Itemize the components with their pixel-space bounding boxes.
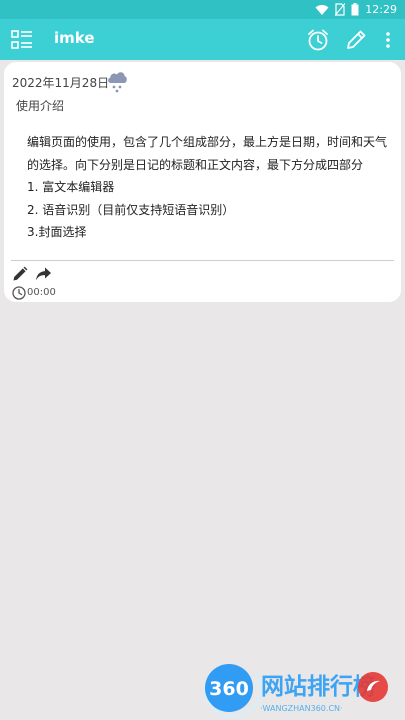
- watermark-logo: [358, 672, 388, 702]
- divider: [11, 260, 394, 261]
- app-bar: imke: [0, 19, 405, 60]
- no-sim-icon: [335, 3, 346, 16]
- watermark-badge-text: 360: [209, 678, 249, 700]
- entry-time: 00:00: [27, 287, 56, 298]
- alarm-clock-icon[interactable]: [305, 27, 331, 53]
- status-time: 12:29: [365, 3, 397, 16]
- entry-title: 使用介绍: [16, 99, 65, 113]
- entry-body-line: 2. 语音识别（目前仅支持短语音识别）: [27, 202, 235, 217]
- entry-date: 2022年11月28日: [12, 76, 110, 90]
- battery-icon: [351, 3, 359, 16]
- clock-icon: [12, 286, 26, 300]
- status-bar: 12:29: [0, 0, 405, 19]
- diary-entry-card[interactable]: 2022年11月28日 使用介绍 编辑页面的使用，包含了几个组成部分，最上方是日…: [4, 62, 401, 302]
- wifi-icon: [315, 4, 329, 15]
- share-icon[interactable]: [35, 266, 52, 282]
- list-menu-icon[interactable]: [10, 28, 34, 52]
- entry-body: 编辑页面的使用，包含了几个组成部分，最上方是日期，时间和天气的选择。向下分别是日…: [27, 131, 387, 244]
- entry-body-line: 3.封面选择: [27, 225, 87, 239]
- site-watermark: 360 网站排行榜 ·WANGZHAN360.CN·: [203, 664, 388, 718]
- status-icons: 12:29: [315, 2, 397, 17]
- watermark-subtext: ·WANGZHAN360.CN·: [260, 704, 343, 713]
- snow-cloud-icon: [108, 72, 127, 93]
- entry-body-line: 1. 富文本编辑器: [27, 180, 115, 194]
- more-vert-icon[interactable]: [376, 27, 400, 53]
- entry-body-paragraph: 编辑页面的使用，包含了几个组成部分，最上方是日期，时间和天气的选择。向下分别是日…: [27, 135, 388, 172]
- edit-icon[interactable]: [12, 266, 28, 282]
- app-title: imke: [54, 29, 95, 47]
- edit-pencil-icon[interactable]: [343, 27, 369, 53]
